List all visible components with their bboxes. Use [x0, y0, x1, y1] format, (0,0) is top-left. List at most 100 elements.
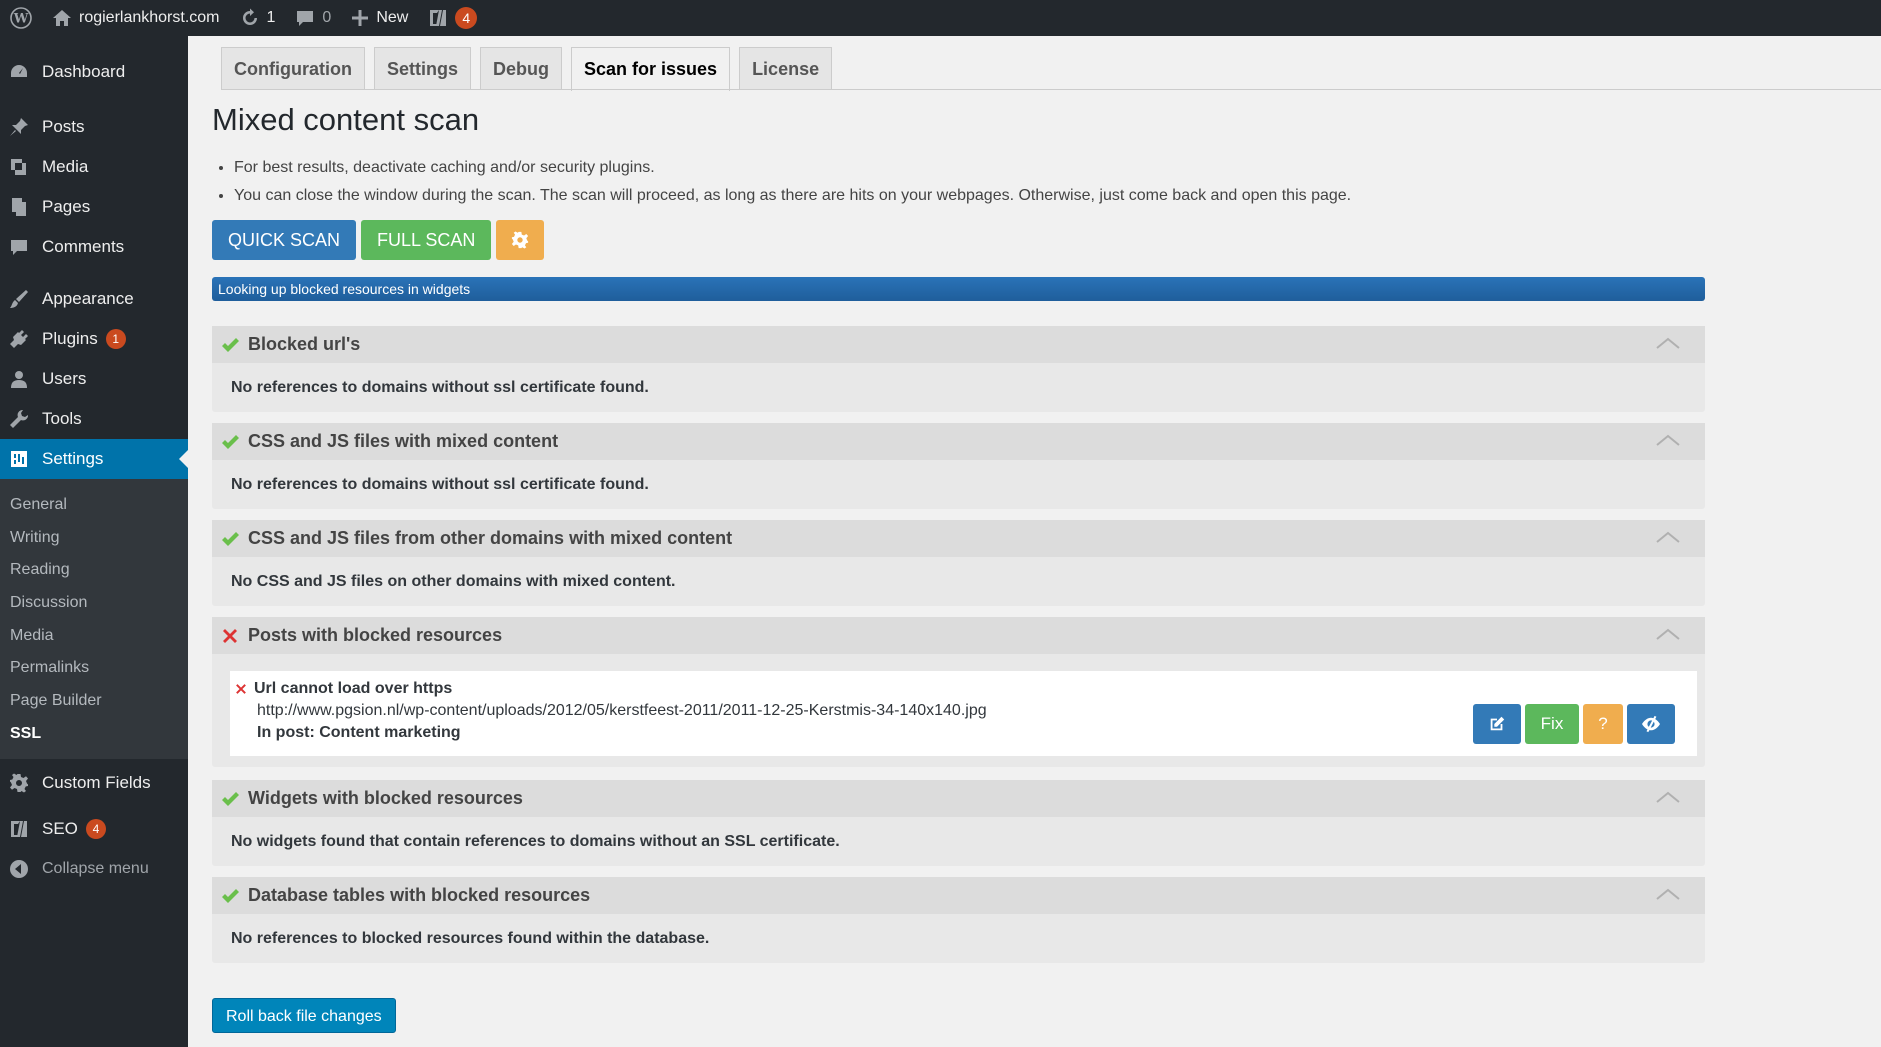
seo-menu-badge: 4 [85, 818, 106, 839]
svg-text:W: W [13, 12, 29, 27]
seo-icon [8, 818, 30, 840]
panel-widgets-blocked: Widgets with blocked resources No widget… [212, 780, 1705, 866]
settings-tabs: Configuration Settings Debug Scan for is… [221, 47, 833, 91]
submenu-reading[interactable]: Reading [0, 554, 188, 587]
seo-adminbar-link[interactable]: 4 [418, 0, 487, 36]
menu-media[interactable]: Media [0, 147, 188, 187]
full-scan-button[interactable]: FULL SCAN [361, 220, 492, 260]
tab-debug[interactable]: Debug [480, 47, 562, 90]
tab-settings[interactable]: Settings [373, 47, 471, 90]
pin-icon [8, 116, 30, 138]
submenu-writing[interactable]: Writing [0, 522, 188, 555]
dashboard-icon [8, 61, 30, 83]
menu-label: Users [42, 369, 87, 388]
issue-item: Url cannot load over https http://www.pg… [230, 671, 1697, 756]
scan-notes: For best results, deactivate caching and… [212, 154, 1351, 210]
panel-header[interactable]: Posts with blocked resources [212, 617, 1705, 654]
chevron-up-icon[interactable] [1655, 790, 1681, 804]
refresh-icon [242, 8, 257, 25]
menu-label: Custom Fields [42, 772, 151, 792]
submenu-permalinks[interactable]: Permalinks [0, 652, 188, 685]
plugins-update-badge: 1 [105, 329, 126, 349]
fix-button[interactable]: Fix [1525, 704, 1579, 744]
submenu-page-builder[interactable]: Page Builder [0, 685, 188, 718]
panel-message: No references to blocked resources found… [231, 930, 710, 947]
menu-plugins[interactable]: Plugins 1 [0, 319, 188, 359]
admin-bar: W rogierlankhorst.com 1 0 New 4 [0, 0, 1881, 36]
menu-settings[interactable]: Settings [0, 439, 188, 479]
edit-button[interactable] [1473, 704, 1521, 744]
plug-icon [8, 328, 30, 350]
rollback-button[interactable]: Roll back file changes [212, 998, 396, 1033]
menu-dashboard[interactable]: Dashboard [0, 52, 188, 92]
panel-css-js-mixed: CSS and JS files with mixed content No r… [212, 423, 1705, 509]
submenu-discussion[interactable]: Discussion [0, 587, 188, 620]
menu-label: Dashboard [42, 62, 126, 81]
eye-slash-icon [1642, 715, 1660, 733]
panel-message: No references to domains without ssl cer… [231, 476, 649, 493]
yoast-seo-icon [430, 10, 447, 26]
panel-message: No CSS and JS files on other domains wit… [231, 573, 676, 590]
submenu-ssl[interactable]: SSL [0, 718, 188, 751]
tab-license[interactable]: License [739, 47, 833, 90]
panel-header[interactable]: CSS and JS files with mixed content [212, 423, 1705, 460]
menu-label: Pages [42, 197, 91, 216]
site-name-link[interactable]: rogierlankhorst.com [42, 0, 230, 36]
tab-scan-for-issues[interactable]: Scan for issues [571, 47, 731, 91]
page-title: Mixed content scan [212, 102, 480, 137]
chevron-up-icon[interactable] [1655, 887, 1681, 901]
settings-submenu: General Writing Reading Discussion Media… [0, 479, 188, 759]
tab-configuration[interactable]: Configuration [221, 47, 365, 90]
comments-link[interactable]: 0 [285, 0, 341, 36]
collapse-menu-button[interactable]: Collapse menu [0, 849, 188, 889]
menu-posts[interactable]: Posts [0, 107, 188, 147]
checkmark-icon [222, 434, 239, 449]
collapse-label: Collapse menu [42, 859, 149, 877]
panel-header[interactable]: Database tables with blocked resources [212, 877, 1705, 914]
menu-seo[interactable]: SEO 4 [0, 809, 188, 849]
scan-progress-bar: Looking up blocked resources in widgets [212, 277, 1705, 301]
panel-message: No references to domains without ssl cer… [231, 379, 649, 396]
submenu-general[interactable]: General [0, 489, 188, 522]
ignore-button[interactable] [1627, 704, 1675, 744]
issue-title: Url cannot load over https [254, 680, 453, 697]
checkmark-icon [222, 531, 239, 546]
chevron-up-icon[interactable] [1655, 530, 1681, 544]
chevron-up-icon[interactable] [1655, 336, 1681, 350]
menu-custom-fields[interactable]: Custom Fields [0, 763, 188, 803]
menu-pages[interactable]: Pages [0, 187, 188, 227]
wrench-icon [8, 408, 30, 430]
panel-posts-blocked: Posts with blocked resources Url cannot … [212, 617, 1705, 767]
chevron-up-icon[interactable] [1655, 627, 1681, 641]
pages-icon [8, 196, 30, 218]
submenu-media[interactable]: Media [0, 620, 188, 653]
panel-header[interactable]: CSS and JS files from other domains with… [212, 520, 1705, 557]
panel-header[interactable]: Widgets with blocked resources [212, 780, 1705, 817]
panel-css-js-other-domains: CSS and JS files from other domains with… [212, 520, 1705, 606]
menu-users[interactable]: Users [0, 359, 188, 399]
panel-blocked-urls: Blocked url's No references to domains w… [212, 326, 1705, 412]
progress-label: Looking up blocked resources in widgets [218, 281, 471, 297]
scan-settings-button[interactable] [496, 220, 545, 260]
plus-icon [352, 10, 369, 26]
wordpress-logo-button[interactable]: W [0, 0, 42, 36]
edit-icon [1490, 716, 1505, 731]
comment-icon [297, 11, 314, 26]
checkmark-icon [222, 791, 239, 806]
panel-header[interactable]: Blocked url's [212, 326, 1705, 363]
menu-label: Comments [42, 237, 125, 256]
admin-sidebar: Dashboard Posts Media Pages Comments App… [0, 36, 188, 1047]
menu-comments[interactable]: Comments [0, 227, 188, 267]
menu-tools[interactable]: Tools [0, 399, 188, 439]
error-x-icon [236, 684, 246, 694]
help-button[interactable]: ? [1583, 704, 1623, 744]
quick-scan-button[interactable]: QUICK SCAN [212, 220, 357, 260]
main-content: Configuration Settings Debug Scan for is… [188, 36, 1881, 1047]
menu-appearance[interactable]: Appearance [0, 279, 188, 319]
gear-icon [512, 231, 529, 249]
panel-database-blocked: Database tables with blocked resources N… [212, 877, 1705, 963]
chevron-up-icon[interactable] [1655, 433, 1681, 447]
updates-link[interactable]: 1 [230, 0, 286, 36]
media-icon [8, 156, 30, 178]
new-content-link[interactable]: New [341, 0, 418, 36]
